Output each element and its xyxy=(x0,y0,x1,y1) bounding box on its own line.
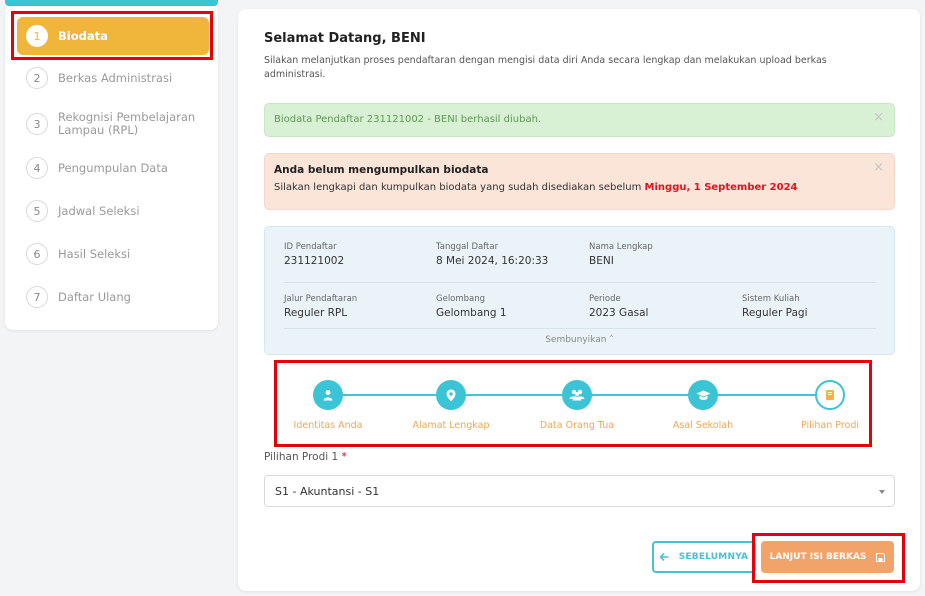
prodi-select[interactable]: S1 - Akuntansi - S1 xyxy=(264,475,895,507)
info-value: 8 Mei 2024, 16:20:33 xyxy=(436,255,549,267)
step-number: 7 xyxy=(26,286,48,308)
main-card: Selamat Datang, BENI Silakan melanjutkan… xyxy=(238,9,920,591)
info-value: 231121002 xyxy=(284,255,345,267)
highlight-box-continue xyxy=(752,533,905,583)
info-system: Sistem Kuliah Reguler Pagi xyxy=(742,294,808,319)
prodi-label-text: Pilihan Prodi 1 xyxy=(264,451,339,463)
info-label: Periode xyxy=(589,294,621,304)
info-path: Jalur Pendaftaran Reguler RPL xyxy=(284,294,357,319)
close-icon[interactable]: × xyxy=(873,110,884,125)
chevron-down-icon xyxy=(879,490,885,494)
info-value: Reguler Pagi xyxy=(742,307,808,319)
info-wave: Gelombang Gelombang 1 xyxy=(436,294,507,319)
info-label: Sistem Kuliah xyxy=(742,294,800,304)
hide-toggle[interactable]: Sembunyikan ˄ xyxy=(265,335,894,345)
info-label: ID Pendaftar xyxy=(284,242,337,252)
sidebar-item-label: Rekognisi Pembelajaran Lampau (RPL) xyxy=(58,110,196,137)
info-name: Nama Lengkap BENI xyxy=(589,242,653,267)
sidebar-item-label: Daftar Ulang xyxy=(58,289,131,304)
previous-button[interactable]: SEBELUMNYA xyxy=(652,541,756,573)
highlight-box-biodata xyxy=(11,11,213,60)
success-alert: Biodata Pendaftar 231121002 - BENI berha… xyxy=(264,103,895,137)
info-value: BENI xyxy=(589,255,614,267)
page-subtitle: Silakan melanjutkan proses pendaftaran d… xyxy=(264,55,827,80)
sidebar-item-rpl[interactable]: 3 Rekognisi Pembelajaran Lampau (RPL) xyxy=(17,109,209,139)
previous-button-label: SEBELUMNYA xyxy=(678,552,749,562)
registration-info-panel: ID Pendaftar 231121002 Tanggal Daftar 8 … xyxy=(264,226,895,355)
sidebar-item-label: Pengumpulan Data xyxy=(58,160,168,175)
info-period: Periode 2023 Gasal xyxy=(589,294,648,319)
step-number: 4 xyxy=(26,157,48,179)
page-title: Selamat Datang, BENI xyxy=(264,31,426,46)
sidebar-item-hasil-seleksi[interactable]: 6 Hasil Seleksi xyxy=(17,243,209,265)
step-number: 3 xyxy=(26,113,48,135)
sidebar-item-daftar-ulang[interactable]: 7 Daftar Ulang xyxy=(17,286,209,308)
warning-alert: Anda belum mengumpulkan biodata Silakan … xyxy=(264,153,895,210)
divider xyxy=(284,282,876,283)
sidebar-item-label: Jadwal Seleksi xyxy=(58,203,140,218)
sidebar-item-label: Hasil Seleksi xyxy=(58,246,131,261)
success-alert-text: Biodata Pendaftar 231121002 - BENI berha… xyxy=(274,114,542,125)
prodi-select-value: S1 - Akuntansi - S1 xyxy=(275,485,380,498)
info-value: Gelombang 1 xyxy=(436,307,507,319)
warning-alert-heading: Anda belum mengumpulkan biodata xyxy=(274,164,489,176)
prodi-field-label: Pilihan Prodi 1 * xyxy=(264,451,347,463)
step-number: 2 xyxy=(26,67,48,89)
info-label: Tanggal Daftar xyxy=(436,242,499,252)
divider xyxy=(284,328,876,329)
sidebar-item-pengumpulan-data[interactable]: 4 Pengumpulan Data xyxy=(17,157,209,179)
sidebar-item-label: Berkas Administrasi xyxy=(58,70,173,85)
arrow-left-icon xyxy=(659,553,669,561)
close-icon[interactable]: × xyxy=(873,160,884,175)
step-number: 6 xyxy=(26,243,48,265)
sidebar-item-berkas-administrasi[interactable]: 2 Berkas Administrasi xyxy=(17,67,209,89)
step-number: 5 xyxy=(26,200,48,222)
info-label: Nama Lengkap xyxy=(589,242,653,252)
required-mark: * xyxy=(341,451,347,463)
info-label: Jalur Pendaftaran xyxy=(284,294,358,304)
info-value: Reguler RPL xyxy=(284,307,348,319)
info-value: 2023 Gasal xyxy=(589,307,649,319)
sidebar-item-jadwal-seleksi[interactable]: 5 Jadwal Seleksi xyxy=(17,200,209,222)
warning-alert-text: Silakan lengkapi dan kumpulkan biodata y… xyxy=(274,182,642,193)
deadline-text: Minggu, 1 September 2024 xyxy=(644,182,798,193)
info-id: ID Pendaftar 231121002 xyxy=(284,242,344,267)
info-date: Tanggal Daftar 8 Mei 2024, 16:20:33 xyxy=(436,242,548,267)
info-label: Gelombang xyxy=(436,294,486,304)
highlight-box-wizard xyxy=(274,360,872,447)
warning-alert-message: Silakan lengkapi dan kumpulkan biodata y… xyxy=(274,182,798,193)
